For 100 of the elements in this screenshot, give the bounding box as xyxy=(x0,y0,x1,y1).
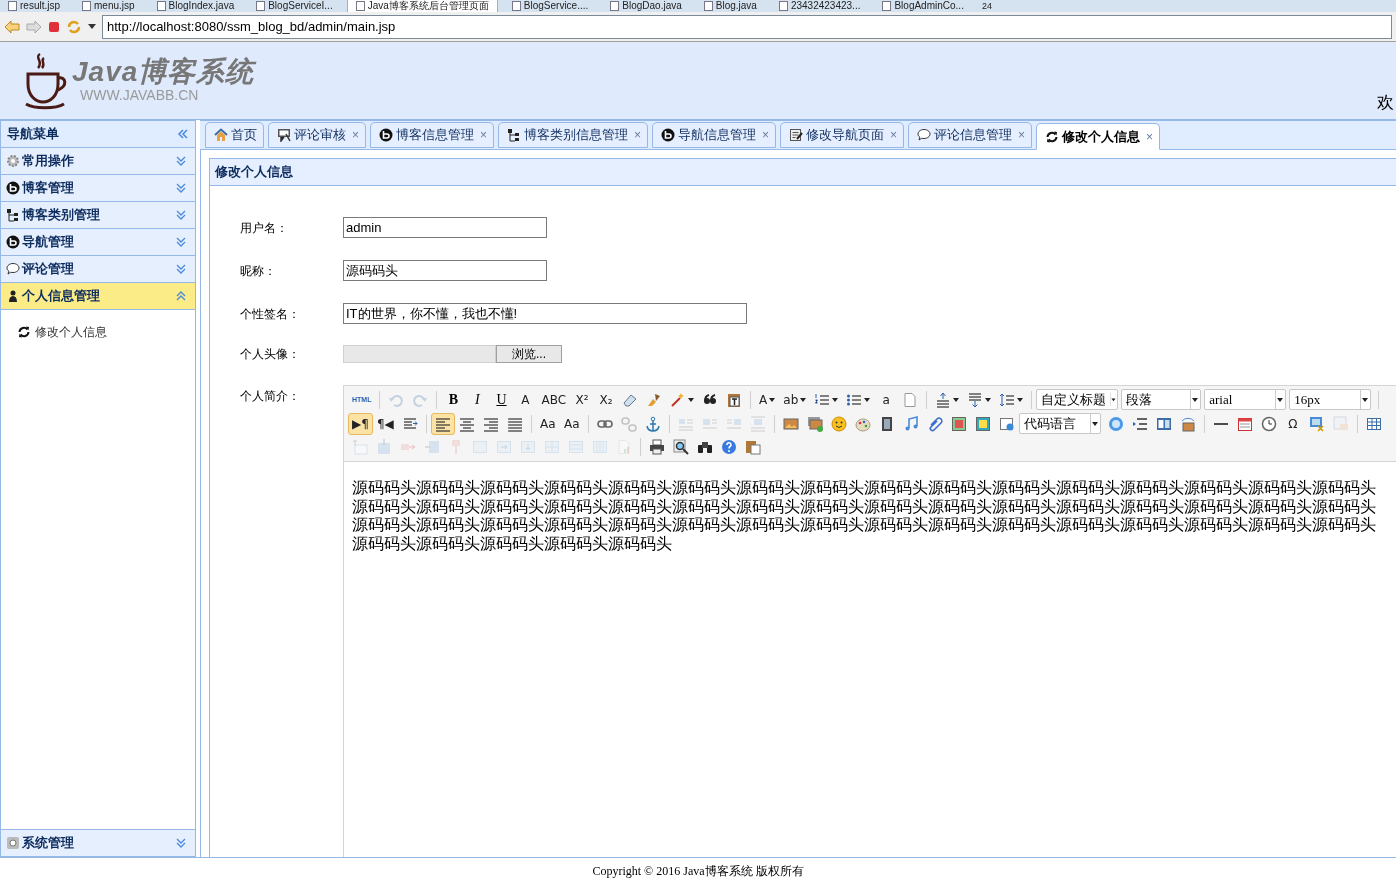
format-button[interactable]: U xyxy=(489,388,514,411)
browser-tab[interactable]: BlogServiceI... xyxy=(248,0,341,12)
comment-monitor-icon xyxy=(277,128,291,142)
format-button[interactable]: X₂ xyxy=(594,388,619,411)
browser-tab[interactable]: 23432423423... xyxy=(770,0,869,12)
dropdown-select[interactable]: 自定义标题 xyxy=(1036,389,1119,411)
tab[interactable]: 博客信息管理 × xyxy=(370,122,495,148)
browser-tab[interactable]: BlogService.... xyxy=(503,0,597,12)
tab-close-button[interactable]: × xyxy=(762,126,770,144)
menu-item[interactable]: 修改个人信息 xyxy=(1,323,195,341)
address-field[interactable]: http://localhost:8080/ssm_blog_bd/admin/main.jsp xyxy=(102,14,1392,39)
tab[interactable]: 博客类别信息管理 × xyxy=(498,122,649,148)
clipboard-icon xyxy=(745,439,761,456)
caret-icon[interactable] xyxy=(88,24,96,29)
menu-header[interactable]: 常用操作 xyxy=(1,148,195,175)
menu-header-label[interactable]: 博客类别管理 xyxy=(22,205,173,225)
collapse-icon[interactable] xyxy=(177,129,189,139)
refresh-icon[interactable] xyxy=(66,18,82,35)
page-break-icon xyxy=(1131,415,1148,432)
browser-tab[interactable]: BlogDao.java xyxy=(602,0,690,12)
chevron-down-icon[interactable] xyxy=(175,837,187,849)
format-button[interactable]: a xyxy=(874,388,899,411)
tab-close-button[interactable]: × xyxy=(1018,126,1026,144)
chevron-down-icon[interactable] xyxy=(175,155,187,167)
format-button[interactable]: Aa xyxy=(535,412,560,435)
menu-header[interactable]: 个人信息管理 xyxy=(1,283,195,310)
format-button[interactable]: ▶¶ xyxy=(348,412,373,435)
tab-overflow-count[interactable]: 24 xyxy=(981,0,992,12)
format-button[interactable]: ABC xyxy=(537,388,571,411)
forward-icon[interactable] xyxy=(26,19,42,34)
browser-tab[interactable]: Blog.java xyxy=(695,0,765,12)
tab[interactable]: 评论信息管理 × xyxy=(908,122,1033,148)
chevron-up-icon[interactable] xyxy=(175,290,187,302)
line-height-icon xyxy=(999,391,1016,408)
back-icon[interactable] xyxy=(4,19,20,34)
gear-icon xyxy=(6,154,20,168)
background-picture-icon xyxy=(1179,415,1196,432)
special-character-button[interactable]: Ω xyxy=(1280,412,1305,435)
browser-tab[interactable]: BlogIndex.java xyxy=(148,0,243,12)
tab[interactable]: 导航信息管理 × xyxy=(652,122,777,148)
copyright-text: Copyright © 2016 Java博客系统 版权所有 xyxy=(592,862,804,880)
browser-tab[interactable]: BlogAdminCo... xyxy=(874,0,972,12)
browser-tab[interactable]: result.jsp xyxy=(0,0,68,12)
refresh-icon xyxy=(1045,129,1060,144)
browser-tab[interactable]: menu.jsp xyxy=(74,0,143,12)
dropdown-select[interactable]: 段落 xyxy=(1121,389,1202,411)
browser-tab[interactable]: Java博客系统后台管理页面 xyxy=(346,0,498,12)
format-button[interactable]: ab xyxy=(779,388,811,411)
menu-header-label[interactable]: 评论管理 xyxy=(22,259,173,279)
editor-content[interactable]: 源码码头源码码头源码码头源码码头源码码头源码码头源码码头源码码头源码码头源码码头源码码头源码码头源码码头源码码头源码码头源码码头源码码头源码码头源码码头源码码头源码码头源码码头源码码头源码码头源码码头源码码头源码码头源码码头源码码头源码码头源码码头源码码头源码码头源码码头源码码头源码码头源码码头源码码头源码码头源码码头源码码头源码码头源码码头源码码头源码码头源码码头源码码头源码码头源码码头源码码头源码码头源码码头源码码头 xyxy=(344,462,1396,553)
align-left-button[interactable] xyxy=(430,412,455,435)
file-icon xyxy=(355,1,365,11)
circle-button-icon xyxy=(1107,415,1124,432)
menu-header-label[interactable]: 导航管理 xyxy=(22,232,173,252)
dropdown-select[interactable]: 16px xyxy=(1289,389,1372,411)
stop-icon[interactable] xyxy=(48,20,60,33)
dropdown-select[interactable]: 代码语言 xyxy=(1018,413,1101,434)
chevron-down-icon[interactable] xyxy=(175,236,187,248)
format-button[interactable]: B xyxy=(441,388,466,411)
tab-close-button[interactable]: × xyxy=(634,126,642,144)
dropdown-select[interactable]: arial xyxy=(1204,389,1287,411)
tab-close-button[interactable]: × xyxy=(1146,127,1154,146)
tab-close-button[interactable]: × xyxy=(480,126,488,144)
file-icon xyxy=(882,1,892,11)
text-field[interactable]: 源码码头 xyxy=(343,260,547,281)
chevron-down-icon[interactable] xyxy=(175,263,187,275)
format-button[interactable]: A xyxy=(755,388,780,411)
menu-header[interactable]: 系统管理 xyxy=(1,829,195,856)
field-label: 个人简介： xyxy=(240,388,301,405)
tab-close-button[interactable]: × xyxy=(352,126,359,144)
format-button[interactable]: I xyxy=(465,388,490,411)
menu-header-label[interactable]: 博客管理 xyxy=(22,178,173,198)
tab-close-button[interactable]: × xyxy=(890,126,898,144)
menu-header[interactable]: 导航管理 xyxy=(1,229,195,256)
tab[interactable]: 修改个人信息 × xyxy=(1036,123,1161,150)
menu-header[interactable]: 博客管理 xyxy=(1,175,195,202)
caret-icon xyxy=(1089,414,1100,433)
text-field[interactable]: admin xyxy=(343,217,547,238)
music-note-icon xyxy=(902,415,919,432)
menu-header-label[interactable]: 系统管理 xyxy=(22,833,173,853)
palette-icon xyxy=(854,415,871,432)
paste-text-icon xyxy=(726,391,743,408)
chevron-down-icon[interactable] xyxy=(175,209,187,221)
file-path-field[interactable] xyxy=(343,345,496,363)
browse-button[interactable]: 浏览... xyxy=(496,345,562,363)
menu-header-label[interactable]: 个人信息管理 xyxy=(22,286,173,306)
format-button[interactable]: ¶◀ xyxy=(372,412,398,435)
binoculars-icon xyxy=(697,439,713,456)
chevron-down-icon[interactable] xyxy=(175,182,187,194)
indent-icon xyxy=(401,415,418,432)
menu-header[interactable]: 评论管理 xyxy=(1,256,195,283)
format-button[interactable]: X² xyxy=(570,388,595,411)
menu-header-label[interactable]: 常用操作 xyxy=(22,151,173,171)
tab[interactable]: 修改导航页面 × xyxy=(780,122,905,148)
text-field[interactable]: IT的世界，你不懂，我也不懂! xyxy=(343,303,747,324)
format-button[interactable]: A xyxy=(513,388,538,411)
tab[interactable]: 首页 xyxy=(205,122,264,148)
tab[interactable]: 评论审核 × xyxy=(268,122,366,148)
menu-header[interactable]: 博客类别管理 xyxy=(1,202,195,229)
format-button[interactable]: Aa xyxy=(559,412,584,435)
